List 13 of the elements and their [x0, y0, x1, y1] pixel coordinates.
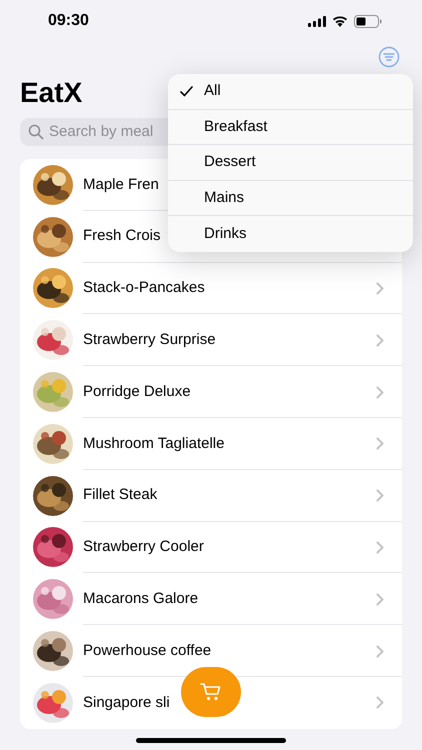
status-time: 09:30	[48, 11, 89, 31]
meal-name: Porridge Deluxe	[83, 382, 191, 402]
app-title: EatX	[20, 76, 82, 110]
meal-name: Mushroom Tagliatelle	[83, 434, 224, 454]
meal-name: Fillet Steak	[83, 485, 158, 506]
meal-name: Macarons Galore	[83, 589, 198, 610]
meal-name: Singapore sli	[83, 692, 170, 713]
meal-name: Maple Fren	[83, 174, 159, 195]
meal-name: Stack-o-Pancakes	[83, 278, 205, 298]
meal-name: Strawberry Cooler	[83, 537, 204, 558]
meal-name: Powerhouse coffee	[83, 640, 212, 661]
meal-name: Fresh Crois	[83, 226, 161, 246]
meal-name: Strawberry Surprise	[83, 330, 216, 350]
